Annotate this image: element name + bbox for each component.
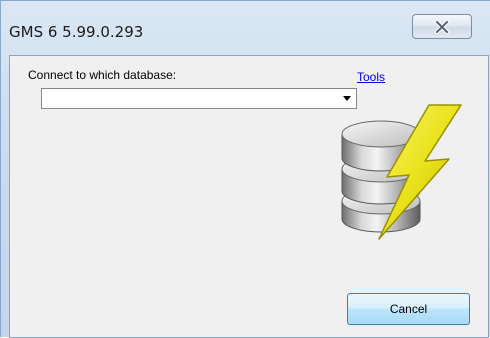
database-lightning-icon	[341, 104, 462, 240]
tools-link[interactable]: Tools	[357, 70, 385, 84]
connect-label: Connect to which database:	[28, 68, 177, 82]
database-select[interactable]	[41, 88, 357, 109]
window-title: GMS 6 5.99.0.293	[9, 23, 144, 41]
title-bar[interactable]: GMS 6 5.99.0.293	[1, 1, 490, 53]
dialog-window: GMS 6 5.99.0.293 Connect to which databa…	[0, 0, 490, 338]
close-button[interactable]	[412, 14, 472, 39]
close-icon	[434, 19, 450, 34]
cancel-button[interactable]: Cancel	[347, 293, 470, 325]
